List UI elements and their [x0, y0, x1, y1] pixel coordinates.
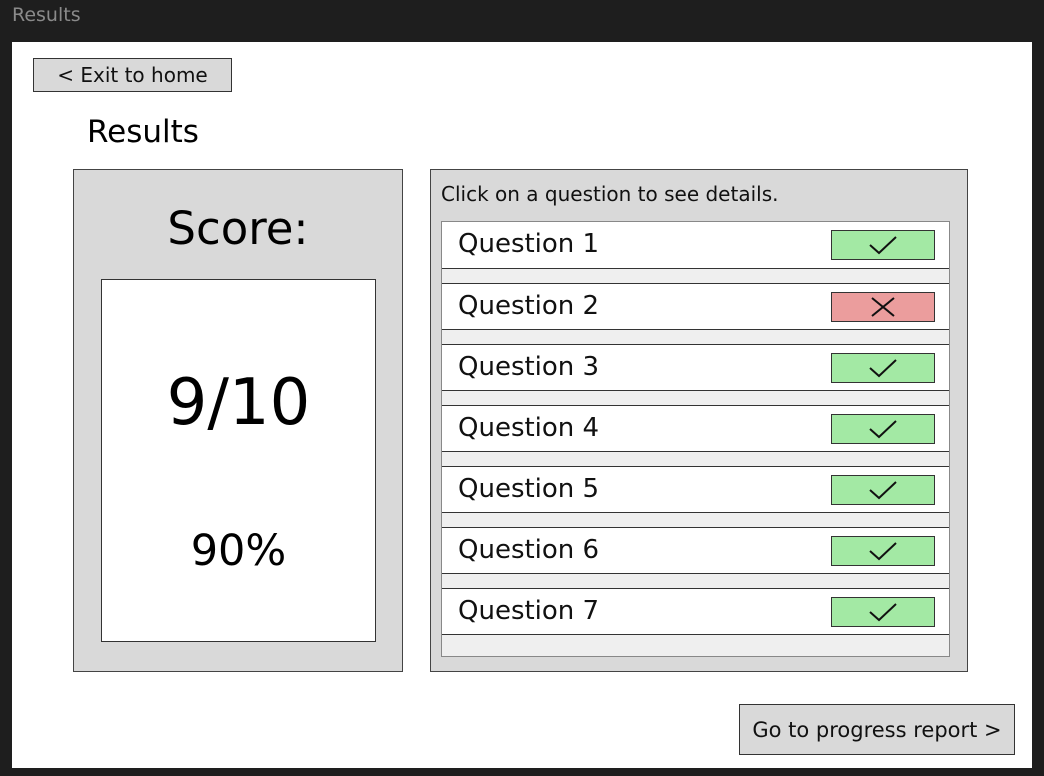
correct-status-badge	[831, 475, 935, 505]
results-screen: < Exit to home Results Score: 9/10 90% C…	[12, 42, 1032, 768]
question-label: Question 3	[458, 352, 600, 382]
correct-status-badge	[831, 353, 935, 383]
question-label: Question 5	[458, 474, 600, 504]
question-row-6[interactable]: Question 6	[442, 527, 949, 574]
window-title: Results	[12, 4, 81, 26]
question-row-1[interactable]: Question 1	[442, 222, 949, 269]
checkmark-icon	[869, 603, 897, 622]
score-fraction: 9/10	[166, 366, 311, 440]
question-row-3[interactable]: Question 3	[442, 344, 949, 391]
question-label: Question 2	[458, 291, 600, 321]
score-box: 9/10 90%	[101, 279, 376, 642]
checkmark-icon	[869, 359, 897, 378]
score-label: Score:	[167, 202, 309, 255]
checkmark-icon	[869, 420, 897, 439]
questions-hint: Click on a question to see details.	[441, 182, 779, 206]
exit-to-home-button[interactable]: < Exit to home	[33, 58, 232, 92]
cross-icon	[871, 297, 895, 317]
question-label: Question 6	[458, 535, 600, 565]
score-percent: 90%	[190, 526, 287, 576]
correct-status-badge	[831, 597, 935, 627]
correct-status-badge	[831, 536, 935, 566]
checkmark-icon	[869, 481, 897, 500]
question-row-5[interactable]: Question 5	[442, 466, 949, 513]
progress-report-button[interactable]: Go to progress report >	[739, 704, 1015, 755]
window-titlebar: Results	[0, 0, 1044, 42]
question-list[interactable]: Question 1 Question 2 Question 3 Question 4…	[441, 221, 950, 657]
question-label: Question 7	[458, 596, 600, 626]
question-row-2[interactable]: Question 2	[442, 283, 949, 330]
score-panel: Score: 9/10 90%	[73, 169, 403, 672]
correct-status-badge	[831, 230, 935, 260]
checkmark-icon	[869, 236, 897, 255]
page-title: Results	[87, 114, 199, 150]
question-row-7[interactable]: Question 7	[442, 588, 949, 635]
incorrect-status-badge	[831, 292, 935, 322]
question-label: Question 4	[458, 413, 600, 443]
question-row-4[interactable]: Question 4	[442, 405, 949, 452]
correct-status-badge	[831, 414, 935, 444]
checkmark-icon	[869, 542, 897, 561]
question-label: Question 1	[458, 229, 600, 259]
questions-panel: Click on a question to see details. Ques…	[430, 169, 968, 672]
